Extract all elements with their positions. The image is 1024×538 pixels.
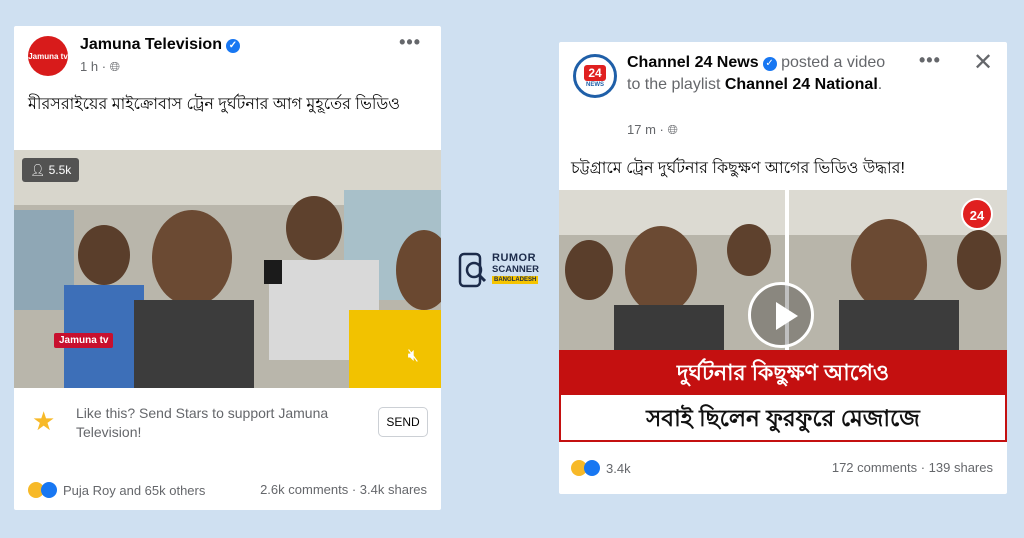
headline-banner-top: দুর্ঘটনার কিছুক্ষণ আগেও xyxy=(676,360,890,385)
logo-text-rumor: RUMOR xyxy=(492,252,537,264)
page-name[interactable]: Jamuna Television ✓ xyxy=(80,36,240,54)
channel24-avatar[interactable]: 24 NEWS xyxy=(573,54,617,98)
video-player[interactable]: 24 দুর্ঘটনার কিছুক্ষণ আগেও সবাই ছিলেন ফু… xyxy=(559,190,1007,442)
reactions-summary[interactable]: 3.4k xyxy=(571,460,631,476)
jamuna-post-card: Jamuna tv Jamuna Television ✓ 1 h · 🌐︎ ••… xyxy=(14,26,441,510)
video-frame xyxy=(14,150,441,388)
send-stars-button[interactable]: SEND xyxy=(378,407,428,437)
verified-badge-icon: ✓ xyxy=(762,57,777,71)
globe-icon: 🌐︎ xyxy=(109,59,121,74)
stars-prompt: Like this? Send Stars to support Jamuna … xyxy=(76,405,329,440)
page-name[interactable]: Channel 24 News xyxy=(627,54,759,71)
channel-watermark: 24 xyxy=(961,198,993,230)
post-time[interactable]: 17 m · 🌐︎ xyxy=(627,122,678,138)
view-count-badge: 👤︎ 5.5k xyxy=(22,158,80,182)
jamuna-avatar[interactable]: Jamuna tv xyxy=(28,36,68,76)
play-button[interactable] xyxy=(748,282,814,348)
globe-icon: 🌐︎ xyxy=(667,122,678,137)
verified-badge-icon: ✓ xyxy=(225,39,240,53)
person-icon: 👤︎ xyxy=(30,163,46,177)
stars-icon: ★ xyxy=(32,406,56,436)
close-icon[interactable]: ✕ xyxy=(973,48,993,77)
channel-watermark: Jamuna tv xyxy=(54,333,114,348)
headline-banner-bottom: সবাই ছিলেন ফুরফুরে মেজাজে xyxy=(559,395,1007,442)
logo-text-scanner: SCANNER xyxy=(492,264,539,275)
more-options-icon[interactable]: ••• xyxy=(399,32,421,53)
playlist-link[interactable]: Channel 24 National xyxy=(725,76,878,93)
mute-icon[interactable]: 🔇︎ xyxy=(408,345,419,366)
post-header-text: Channel 24 News ✓ posted a video to the p… xyxy=(627,54,886,93)
more-options-icon[interactable]: ••• xyxy=(919,50,941,71)
comments-count[interactable]: 172 comments xyxy=(832,460,917,475)
post-caption: চট্টগ্রামে ট্রেন দুর্ঘটনার কিছুক্ষণ আগের… xyxy=(571,160,905,177)
engagement-stats: 2.6k comments · 3.4k shares xyxy=(260,482,427,497)
post-caption: মীরসরাইয়ের মাইক্রোবাস ট্রেন দুর্ঘটনার আ… xyxy=(28,96,401,113)
video-player[interactable]: 👤︎ 5.5k Jamuna tv 🔇︎ xyxy=(14,150,441,388)
play-icon xyxy=(776,302,798,330)
engagement-stats: 172 comments · 139 shares xyxy=(831,460,993,475)
shares-count[interactable]: 3.4k shares xyxy=(360,482,427,497)
channel24-post-card: 24 NEWS Channel 24 News ✓ posted a video … xyxy=(559,42,1007,494)
like-reaction-icon xyxy=(41,482,57,498)
shares-count[interactable]: 139 shares xyxy=(929,460,993,475)
like-reaction-icon xyxy=(584,460,600,476)
rumor-scanner-logo: RUMOR SCANNER BANGLADESH xyxy=(458,250,546,290)
comments-count[interactable]: 2.6k comments xyxy=(260,482,348,497)
phone-scan-icon xyxy=(458,252,487,288)
logo-text-bangladesh: BANGLADESH xyxy=(492,276,539,284)
post-time[interactable]: 1 h · 🌐︎ xyxy=(80,59,120,75)
reactions-summary[interactable]: Puja Roy and 65k others xyxy=(28,482,205,498)
